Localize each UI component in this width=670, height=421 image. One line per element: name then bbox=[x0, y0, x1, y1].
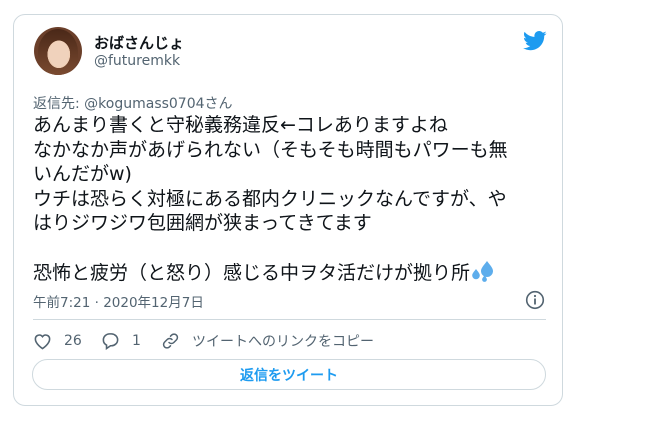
tweet-text: あんまり書くと守秘義務違反←コレありますよね なかなか声があげられない（そもそも… bbox=[33, 113, 549, 286]
tweet-card: おばさんじょ @futuremkk 返信先: @kogumass0704さん あ… bbox=[13, 14, 563, 406]
info-icon[interactable] bbox=[525, 290, 545, 310]
reply-to-label[interactable]: 返信先: @kogumass0704さん bbox=[33, 93, 233, 113]
display-name[interactable]: おばさんじょ bbox=[94, 32, 184, 53]
avatar-face bbox=[49, 41, 69, 67]
reply-button[interactable]: 1 bbox=[101, 330, 141, 352]
reply-count: 1 bbox=[132, 333, 141, 349]
copy-link-button[interactable]: ツイートへのリンクをコピー bbox=[161, 330, 374, 352]
divider bbox=[33, 319, 546, 320]
tweet-line: なかなか声があげられない（そもそも時間もパワーも無 bbox=[33, 138, 508, 161]
tweet-timestamp[interactable]: 午前7:21 · 2020年12月7日 bbox=[33, 291, 204, 311]
avatar[interactable] bbox=[34, 27, 82, 75]
user-handle[interactable]: @futuremkk bbox=[94, 53, 180, 69]
tweet-line: 恐怖と疲労（と怒り）感じる中ヲタ活だけが拠り所 bbox=[33, 262, 471, 284]
like-button[interactable]: 26 bbox=[33, 330, 82, 352]
twitter-bird-icon[interactable] bbox=[523, 31, 547, 51]
tweet-line: あんまり書くと守秘義務違反←コレありますよね bbox=[33, 114, 448, 136]
reply-tweet-button[interactable]: 返信をツイート bbox=[32, 359, 546, 390]
reply-bubble-icon bbox=[102, 333, 119, 350]
copy-link-label: ツイートへのリンクをコピー bbox=[192, 334, 374, 350]
tweet-line: ウチは恐らく対極にある都内クリニックなんですが、や bbox=[33, 187, 507, 210]
tweet-line: いんだがw) bbox=[33, 163, 132, 185]
tweet-last-line: 恐怖と疲労（と怒り）感じる中ヲタ活だけが拠り所 bbox=[33, 260, 549, 286]
like-count: 26 bbox=[64, 333, 82, 349]
sweat-droplets-icon bbox=[472, 261, 494, 282]
link-icon bbox=[162, 333, 179, 349]
tweet-line: はりジワジワ包囲網が狭まってきてます bbox=[33, 212, 372, 234]
action-bar: 26 1 ツイートへのリンクをコピー bbox=[33, 330, 553, 352]
heart-icon bbox=[34, 334, 51, 350]
